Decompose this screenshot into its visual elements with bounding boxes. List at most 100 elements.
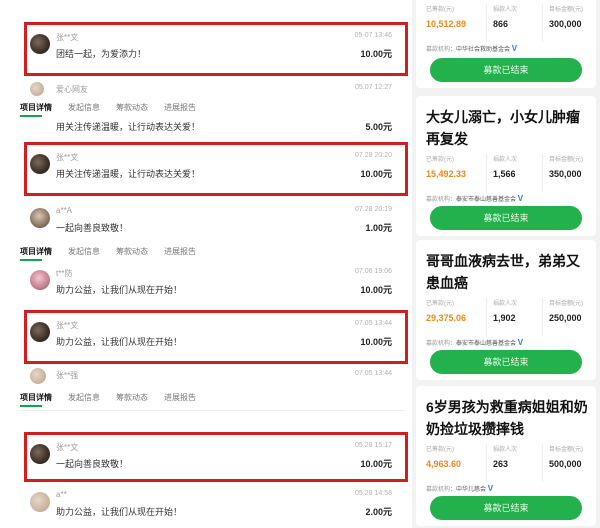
donation-amount: 10.00元 [360, 49, 392, 59]
verified-icon: V [487, 484, 494, 493]
verified-icon: V [517, 194, 524, 203]
tab-active-indicator [20, 259, 42, 261]
project-card[interactable]: 大女儿溺亡，小女儿肿瘤再复发 已筹款(元) 15,492.33 捐款人次 1,5… [416, 96, 596, 236]
stat-target: 目标金额(元) 350,000 [542, 154, 583, 192]
donor-name: 张**文 [56, 33, 79, 42]
donation-row: t**防 07.06 19:06 助力公益，让我们从现在开始！ 10.00元 [28, 262, 408, 314]
avatar [30, 82, 44, 96]
donation-row: 用关注传递温暖，让行动表达关爱！ 5.00元 [28, 116, 408, 140]
tab-project-details[interactable]: 项目详情 [20, 102, 52, 113]
donation-time: 05.28 14:58 [355, 490, 392, 497]
donor-name: t**防 [56, 269, 73, 278]
donation-time: 07.06 19:06 [355, 268, 392, 275]
donation-message: 助力公益，让我们从现在开始！ [56, 337, 183, 347]
donor-name: a**A [56, 206, 73, 215]
tab-progress-report[interactable]: 进展报告 [164, 102, 196, 113]
organization: 募款机构：泰安市泰山慈善基金会 V [426, 194, 524, 203]
donation-row: 张**文 07.05 13:44 助力公益，让我们从现在开始！ 10.00元 [28, 314, 408, 366]
donation-row: 张**文 07.28 20:20 用关注传递温暖，让行动表达关爱！ 10.00元 [28, 146, 408, 198]
donor-name: 张**文 [56, 443, 79, 452]
stat-raised: 已筹款(元) 10,512.89 [426, 7, 467, 29]
tab-active-indicator [20, 405, 42, 407]
donation-time: 07.05 13:44 [355, 320, 392, 327]
project-title: 大女儿溺亡，小女儿肿瘤再复发 [426, 109, 580, 147]
donor-name: 爱心网友 [56, 85, 88, 94]
stat-raised: 已筹款(元) 4,963.60 [426, 447, 462, 469]
project-title: 哥哥血液病去世，弟弟又患血癌 [426, 253, 580, 291]
tab-fundraising-updates[interactable]: 筹款动态 [116, 392, 148, 403]
avatar [30, 34, 50, 54]
tab-fundraising-updates[interactable]: 筹款动态 [116, 102, 148, 113]
donation-amount: 10.00元 [360, 169, 392, 179]
verified-icon: V [511, 44, 518, 53]
donor-name: 张**文 [56, 321, 79, 330]
donation-row: a** 05.28 14:58 助力公益，让我们从现在开始！ 2.00元 [28, 484, 408, 524]
organization: 募款机构：泰安市泰山慈善基金会 V [426, 338, 524, 347]
donation-row: 张**强 07.05 13:44 [28, 366, 408, 388]
avatar [30, 270, 50, 290]
donation-amount: 10.00元 [360, 459, 392, 469]
donation-amount: 2.00元 [365, 507, 392, 517]
tab-progress-report[interactable]: 进展报告 [164, 392, 196, 403]
donation-amount: 10.00元 [360, 285, 392, 295]
stat-donors: 捐款人次 263 [486, 444, 517, 482]
donation-time: 05-07 13:46 [354, 32, 392, 39]
tab-project-details[interactable]: 项目详情 [20, 392, 52, 403]
project-stats: 已筹款(元) 4,963.60 捐款人次 263 目标金额(元) 500,000 [426, 444, 590, 482]
stat-target: 目标金额(元) 500,000 [542, 444, 583, 482]
donation-message: 助力公益，让我们从现在开始！ [56, 285, 183, 295]
organization: 募款机构：中华社会救助基金会 V [426, 44, 518, 53]
avatar [30, 322, 50, 342]
fundraising-ended-button[interactable]: 募款已结束 [430, 350, 582, 374]
project-card[interactable]: 哥哥血液病去世，弟弟又患血癌 已筹款(元) 29,375.06 捐款人次 1,9… [416, 240, 596, 380]
tab-initiator-info[interactable]: 发起信息 [68, 246, 100, 257]
tab-fundraising-updates[interactable]: 筹款动态 [116, 246, 148, 257]
donation-amount: 10.00元 [360, 337, 392, 347]
organization: 募款机构：中华儿慈会 V [426, 484, 494, 493]
stat-target: 目标金额(元) 250,000 [542, 298, 583, 336]
tab-initiator-info[interactable]: 发起信息 [68, 102, 100, 113]
donation-time: 07.28 20:20 [355, 152, 392, 159]
tab-bar: 项目详情 发起信息 筹款动态 进展报告 [18, 100, 398, 117]
donation-time: 05.28 15:17 [355, 442, 392, 449]
divider [20, 410, 405, 411]
project-cards-panel: 已筹款(元) 10,512.89 捐款人次 866 目标金额(元) 300,00… [412, 0, 600, 528]
tab-progress-report[interactable]: 进展报告 [164, 246, 196, 257]
donation-time: 07.28 20:19 [355, 206, 392, 213]
project-card[interactable]: 6岁男孩为救重病姐姐和奶奶捡垃圾攒摔钱 已筹款(元) 4,963.60 捐款人次… [416, 386, 596, 526]
donation-message: 用关注传递温暖，让行动表达关爱！ [56, 169, 201, 179]
donor-name: 张**文 [56, 153, 79, 162]
tab-project-details[interactable]: 项目详情 [20, 246, 52, 257]
avatar [30, 154, 50, 174]
donation-row: 张**文 05-07 13:46 团结一起，为爱添力！ 10.00元 [28, 26, 408, 78]
donor-name: 张**强 [56, 371, 79, 380]
project-stats: 已筹款(元) 29,375.06 捐款人次 1,902 目标金额(元) 250,… [426, 298, 590, 336]
donation-records-panel: 张**文 05-07 13:46 团结一起，为爱添力！ 10.00元 爱心网友 … [0, 0, 410, 528]
avatar [30, 444, 50, 464]
project-stats: 已筹款(元) 15,492.33 捐款人次 1,566 目标金额(元) 350,… [426, 154, 590, 192]
donation-time: 07.05 13:44 [355, 370, 392, 377]
stat-raised: 已筹款(元) 15,492.33 [426, 157, 467, 179]
avatar [30, 208, 50, 228]
project-card[interactable]: 已筹款(元) 10,512.89 捐款人次 866 目标金额(元) 300,00… [416, 0, 596, 88]
verified-icon: V [517, 338, 524, 347]
donation-message: 一起向善良致敬！ [56, 223, 129, 233]
fundraising-ended-button[interactable]: 募款已结束 [430, 206, 582, 230]
stat-target: 目标金额(元) 300,000 [542, 4, 583, 42]
donation-row: 张**文 05.28 15:17 一起向善良致敬！ 10.00元 [28, 436, 408, 488]
fundraising-ended-button[interactable]: 募款已结束 [430, 496, 582, 520]
tab-initiator-info[interactable]: 发起信息 [68, 392, 100, 403]
donation-time: 05.07 12:27 [355, 84, 392, 91]
avatar [30, 492, 50, 512]
fundraising-ended-button[interactable]: 募款已结束 [430, 58, 582, 82]
stat-donors: 捐款人次 866 [486, 4, 517, 42]
donation-amount: 1.00元 [365, 223, 392, 233]
stat-raised: 已筹款(元) 29,375.06 [426, 301, 467, 323]
project-title: 6岁男孩为救重病姐姐和奶奶捡垃圾攒摔钱 [426, 399, 588, 437]
stat-donors: 捐款人次 1,566 [486, 154, 517, 192]
donation-row: 爱心网友 05.07 12:27 [28, 80, 408, 102]
project-stats: 已筹款(元) 10,512.89 捐款人次 866 目标金额(元) 300,00… [426, 4, 590, 42]
tab-bar: 项目详情 发起信息 筹款动态 进展报告 [18, 390, 398, 407]
donation-message: 用关注传递温暖，让行动表达关爱！ [56, 122, 201, 132]
donation-amount: 5.00元 [365, 122, 392, 132]
